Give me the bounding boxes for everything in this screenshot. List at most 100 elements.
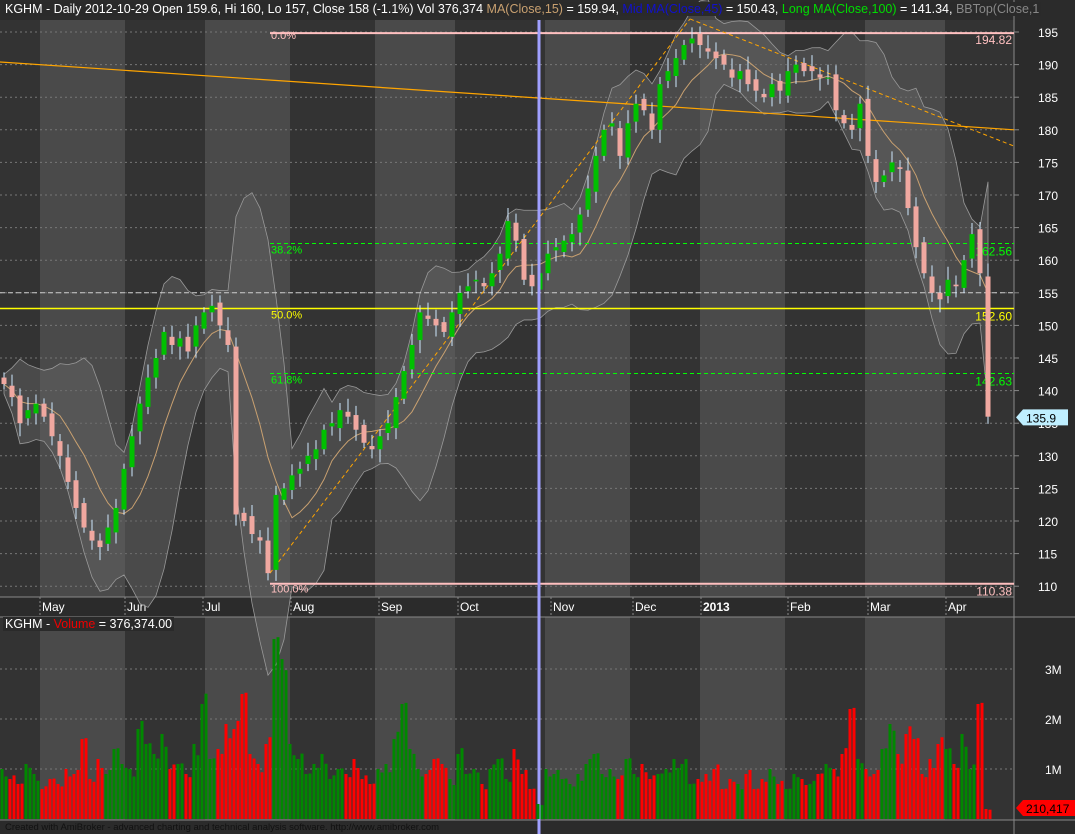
candle-body (249, 516, 255, 535)
volume-bar (340, 768, 344, 819)
volume-bar (460, 748, 464, 819)
volume-bar (664, 769, 668, 819)
candle-body (441, 322, 447, 332)
candle-body (65, 457, 71, 482)
volume-bar (876, 769, 880, 819)
volume-bar (404, 702, 408, 819)
candle-body (361, 424, 367, 443)
volume-bar (236, 720, 240, 819)
volume-bar (248, 754, 252, 819)
candle-body (673, 58, 679, 77)
volume-bar (900, 763, 904, 819)
volume-ticker: KGHM - (5, 617, 54, 631)
volume-bar (156, 758, 160, 819)
volume-bar (740, 789, 744, 819)
candle-body (433, 318, 439, 326)
candle-body (705, 48, 711, 52)
candle-body (113, 507, 119, 533)
volume-bar (888, 724, 892, 819)
fib-level-label: 38.2% (271, 245, 302, 257)
chart-canvas: 1101151201251301351401451501551601651701… (0, 0, 1075, 834)
volume-bar (924, 777, 928, 819)
volume-bar (868, 776, 872, 819)
y-tick-label: 120 (1038, 515, 1058, 529)
volume-bar (960, 734, 964, 819)
volume-bar (468, 773, 472, 819)
volume-bar (860, 763, 864, 819)
y-tick-label: 160 (1038, 254, 1058, 268)
y-tick-label: 165 (1038, 222, 1058, 236)
volume-bar (60, 786, 64, 819)
volume-tick-label: 2M (1045, 713, 1062, 727)
volume-bar (616, 779, 620, 819)
candle-body (809, 66, 815, 72)
candle-body (129, 436, 135, 468)
volume-bar (80, 739, 84, 819)
candle-body (977, 229, 983, 274)
x-tick-label: Mar (870, 600, 891, 614)
volume-bar (192, 744, 196, 819)
volume-bar (220, 753, 224, 819)
candle-body (9, 385, 15, 398)
candle-body (913, 206, 919, 248)
volume-bar (164, 746, 168, 819)
volume-bar (792, 774, 796, 819)
candle-body (385, 423, 391, 433)
candle-body (721, 54, 727, 65)
volume-bar (256, 764, 260, 819)
volume-bar (272, 639, 276, 819)
volume-bar (352, 759, 356, 819)
candle-body (681, 45, 687, 60)
volume-bar (40, 789, 44, 819)
candle-body (289, 475, 295, 491)
candle-body (369, 446, 375, 450)
candle-body (105, 527, 111, 544)
volume-bar (732, 781, 736, 819)
volume-bar (964, 746, 968, 819)
volume-bar (624, 759, 628, 819)
volume-value: = 376,374.00 (95, 617, 173, 631)
volume-bar (524, 769, 528, 819)
volume-bar (180, 763, 184, 819)
volume-bar (140, 720, 144, 819)
candle-body (665, 71, 671, 81)
candle-body (929, 276, 935, 293)
candle-body (465, 286, 471, 292)
volume-bar (324, 763, 328, 819)
candle-body (489, 273, 495, 287)
volume-bar (412, 753, 416, 819)
volume-bar (452, 785, 456, 819)
candle-body (409, 344, 415, 370)
y-tick-label: 145 (1038, 352, 1058, 366)
candle-body (889, 162, 895, 173)
volume-bar (68, 776, 72, 819)
volume-bar (24, 764, 28, 819)
candle-body (617, 128, 623, 156)
volume-bar (880, 749, 884, 819)
volume-bar (4, 776, 8, 819)
volume-bar (976, 704, 980, 819)
volume-bar (244, 692, 248, 819)
volume-bar (572, 786, 576, 819)
candle-body (825, 77, 831, 79)
candle-body (641, 98, 647, 111)
candle-body (473, 279, 479, 282)
volume-bar (984, 809, 988, 819)
candle-body (241, 512, 247, 521)
volume-bar (332, 775, 336, 819)
volume-bar (380, 772, 384, 819)
volume-bar (152, 754, 156, 819)
fib-value-label: 194.82 (975, 33, 1012, 47)
volume-bar (496, 759, 500, 819)
volume-bar (360, 779, 364, 819)
candle-body (121, 468, 127, 510)
volume-bar (668, 772, 672, 819)
volume-bar (584, 764, 588, 819)
candle-body (753, 79, 759, 91)
ma-label: MA(Close,15) (486, 2, 563, 16)
x-tick-label: Aug (293, 600, 314, 614)
volume-bar (440, 764, 444, 819)
candle-body (745, 69, 751, 85)
candle-body (233, 346, 239, 515)
candle-body (337, 410, 343, 429)
